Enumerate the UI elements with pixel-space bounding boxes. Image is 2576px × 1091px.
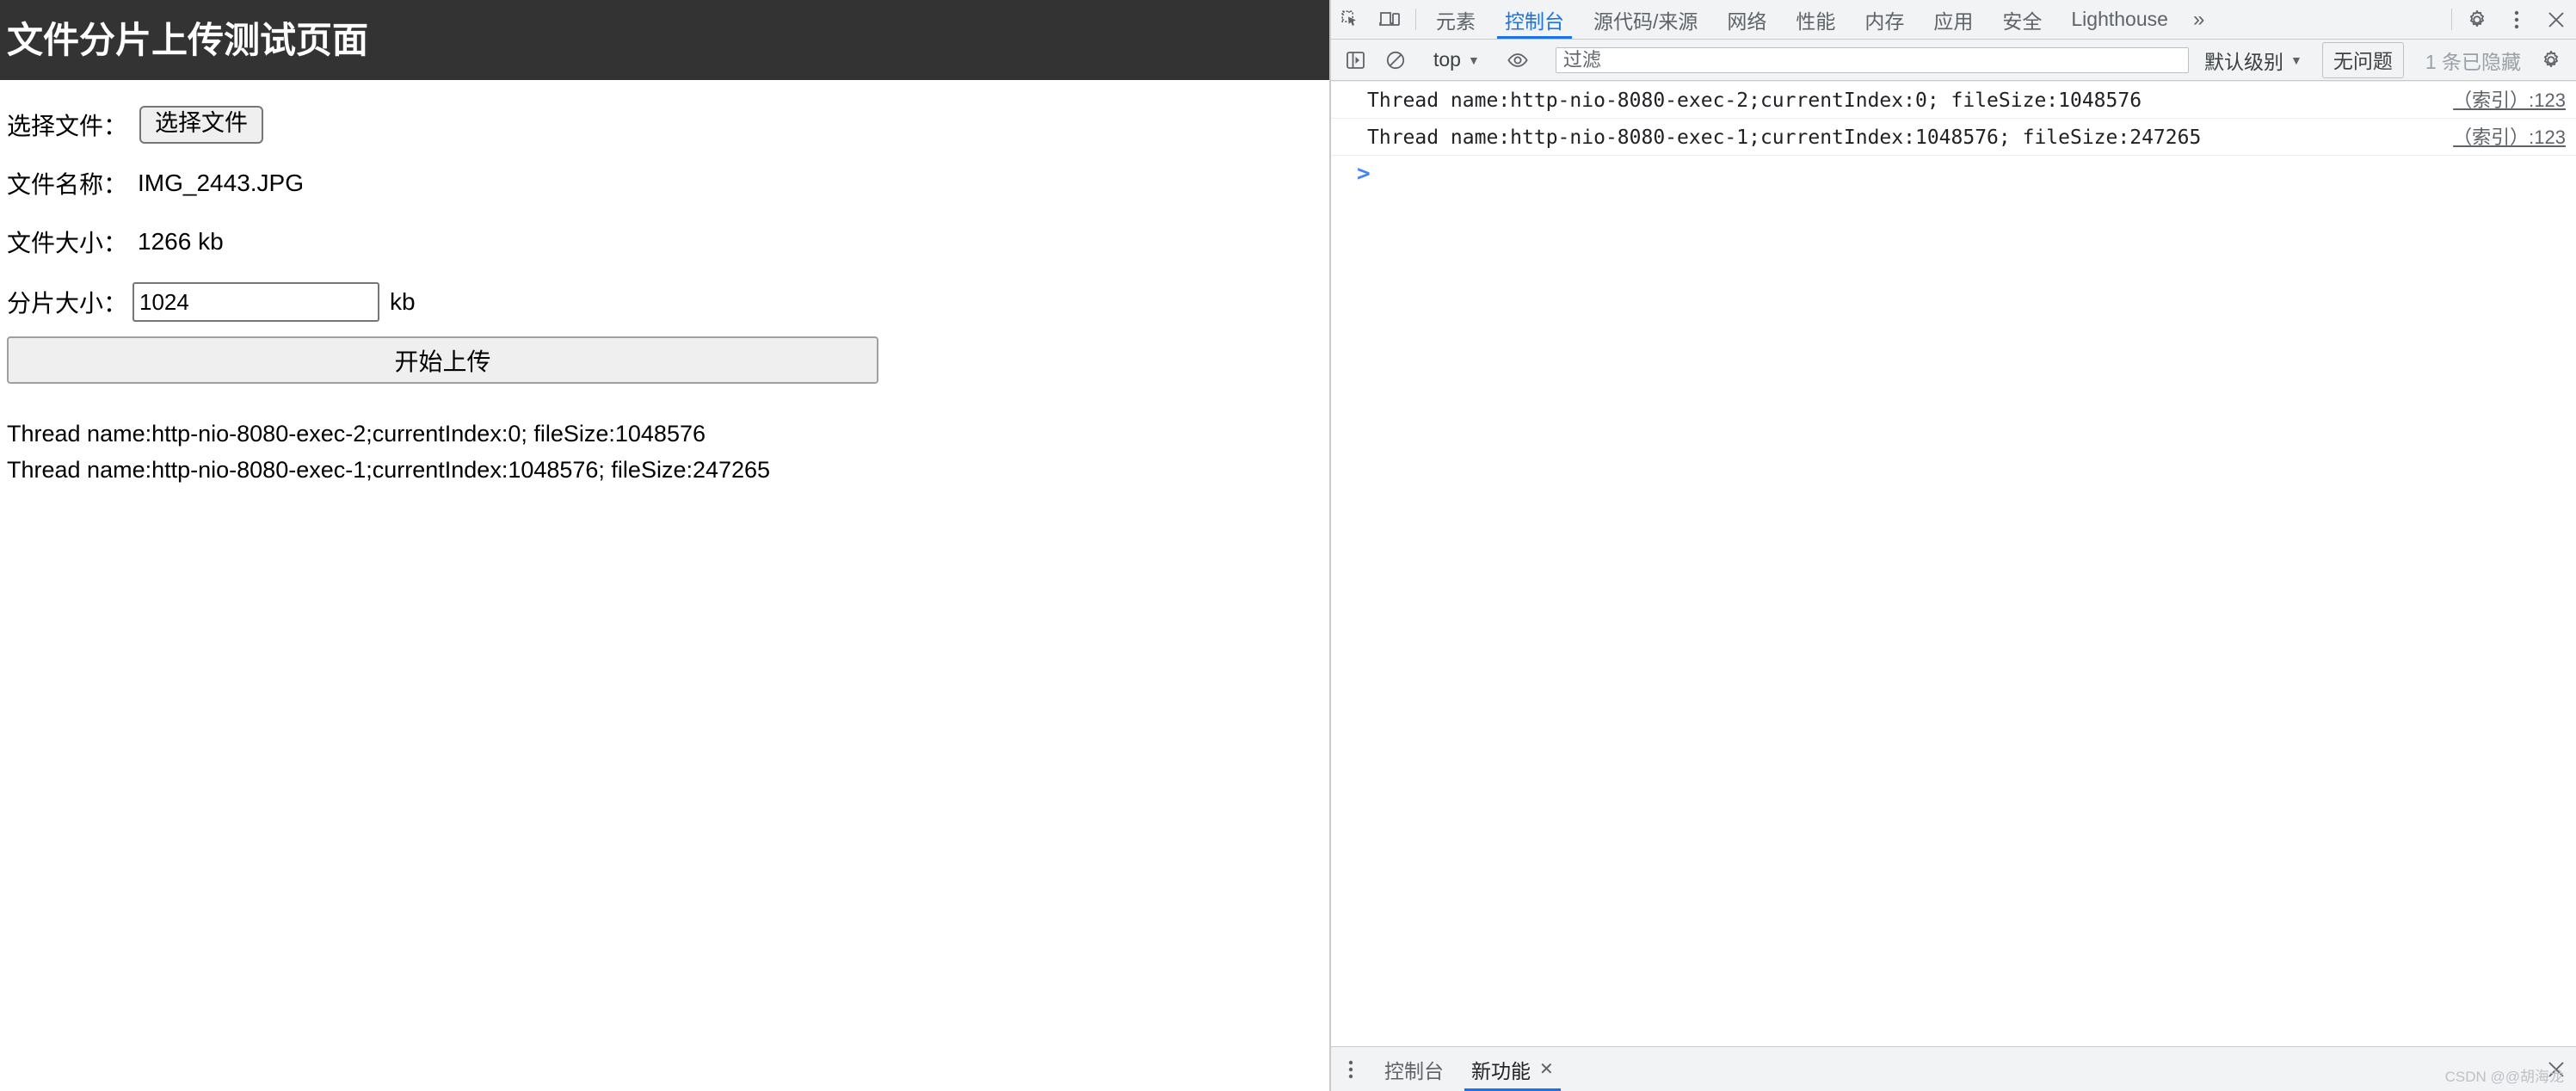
console-message-row[interactable]: Thread name:http-nio-8080-exec-2;current… (1331, 81, 2576, 119)
console-level-label: 默认级别 (2203, 50, 2283, 73)
inspect-element-icon[interactable] (1331, 0, 1371, 39)
tab-network[interactable]: 网络 (1712, 0, 1781, 39)
chunk-size-input[interactable] (132, 282, 380, 322)
chunk-size-row: 分片大小： kb (7, 271, 1322, 333)
settings-gear-icon[interactable] (2457, 0, 2497, 39)
choose-file-button[interactable]: 选择文件 (139, 106, 264, 144)
chevron-down-icon: ▼ (2289, 52, 2302, 67)
drawer-tab-label: 控制台 (1384, 1059, 1444, 1082)
page-title: 文件分片上传测试页面 (7, 19, 369, 60)
prompt-chevron-icon: > (1357, 161, 1371, 187)
hidden-messages-count: 1 条已隐藏 (2425, 50, 2521, 73)
console-message-list: Thread name:http-nio-8080-exec-2;current… (1331, 81, 2576, 1046)
start-upload-button[interactable]: 开始上传 (7, 336, 878, 384)
execution-context-label: top (1433, 48, 1461, 71)
console-message-source-link[interactable]: （索引）:123 (2436, 122, 2566, 150)
tab-application[interactable]: 应用 (1919, 0, 1987, 39)
drawer-menu-icon[interactable] (1331, 1047, 1371, 1091)
drawer-tab-console[interactable]: 控制台 (1371, 1047, 1457, 1091)
console-message-row[interactable]: Thread name:http-nio-8080-exec-1;current… (1331, 119, 2576, 156)
select-file-row: 选择文件： 选择文件 (7, 96, 1322, 154)
chunk-size-label: 分片大小： (7, 290, 128, 317)
select-file-label: 选择文件： (7, 113, 128, 139)
chevron-down-icon: ▼ (1467, 52, 1480, 67)
tab-performance[interactable]: 性能 (1781, 0, 1850, 39)
file-size-label: 文件大小： (7, 230, 128, 256)
page-header-bar: 文件分片上传测试页面 (0, 0, 1329, 80)
tabbar-spacer (2215, 0, 2446, 39)
drawer-tab-label: 新功能 (1471, 1059, 1531, 1082)
console-message-source-link[interactable]: （索引）:123 (2436, 85, 2566, 113)
close-icon[interactable]: ✕ (1539, 1058, 1554, 1080)
execution-context-selector[interactable]: top ▼ (1427, 48, 1487, 71)
drawer-tab-whats-new[interactable]: 新功能 ✕ (1457, 1047, 1568, 1091)
issues-status-button[interactable]: 无问题 (2321, 41, 2404, 78)
clear-console-icon[interactable] (1376, 50, 1415, 71)
result-line: Thread name:http-nio-8080-exec-1;current… (7, 456, 771, 483)
file-name-value: IMG_2443.JPG (138, 170, 304, 196)
console-settings-gear-icon[interactable] (2531, 50, 2571, 71)
file-name-row: 文件名称： IMG_2443.JPG (7, 154, 1322, 213)
console-message-text: Thread name:http-nio-8080-exec-2;current… (1367, 89, 2142, 112)
live-expression-eye-icon[interactable] (1498, 51, 1538, 70)
toolbar-divider-right (2451, 9, 2452, 30)
file-size-row: 文件大小： 1266 kb (7, 213, 1322, 271)
console-sidebar-toggle-icon[interactable] (1336, 51, 1376, 70)
console-prompt-row[interactable]: > (1331, 156, 2576, 192)
close-drawer-icon[interactable] (2536, 1047, 2576, 1091)
drawer-spacer (1568, 1047, 2536, 1091)
tab-sources[interactable]: 源代码/来源 (1579, 0, 1712, 39)
devtools-drawer: 控制台 新功能 ✕ CSDN @@胡海龙 (1331, 1046, 2576, 1091)
close-devtools-icon[interactable] (2536, 0, 2576, 39)
upload-result-area: Thread name:http-nio-8080-exec-2;current… (7, 416, 1322, 489)
console-toolbar: top ▼ 默认级别 ▼ 无问题 1 条已隐藏 (1331, 40, 2576, 81)
app-root: 文件分片上传测试页面 选择文件： 选择文件 文件名称： IMG_2443.JPG… (0, 0, 2576, 1091)
result-line: Thread name:http-nio-8080-exec-2;current… (7, 421, 706, 447)
console-level-selector[interactable]: 默认级别 ▼ (2196, 46, 2311, 75)
page-content: 选择文件： 选择文件 文件名称： IMG_2443.JPG 文件大小： 1266… (0, 80, 1329, 489)
devtools-menu-icon[interactable] (2497, 0, 2536, 39)
devtools-panel: 元素 控制台 源代码/来源 网络 性能 内存 应用 安全 Lighthouse … (1329, 0, 2576, 1091)
tab-elements[interactable]: 元素 (1421, 0, 1490, 39)
file-size-value: 1266 kb (138, 228, 224, 255)
console-message-text: Thread name:http-nio-8080-exec-1;current… (1367, 126, 2202, 149)
file-name-label: 文件名称： (7, 171, 128, 198)
web-page-pane: 文件分片上传测试页面 选择文件： 选择文件 文件名称： IMG_2443.JPG… (0, 0, 1329, 1091)
more-tabs-icon[interactable]: » (2183, 0, 2215, 39)
device-toolbar-icon[interactable] (1371, 0, 1410, 39)
console-prompt-input[interactable] (1378, 163, 2566, 185)
toolbar-divider (1415, 9, 1416, 30)
chunk-size-unit: kb (390, 288, 416, 315)
tab-memory[interactable]: 内存 (1850, 0, 1919, 39)
console-filter-input[interactable] (1555, 46, 2189, 73)
tab-security[interactable]: 安全 (1987, 0, 2056, 39)
devtools-tabbar: 元素 控制台 源代码/来源 网络 性能 内存 应用 安全 Lighthouse … (1331, 0, 2576, 40)
tab-console[interactable]: 控制台 (1490, 0, 1579, 39)
tab-lighthouse[interactable]: Lighthouse (2056, 0, 2183, 39)
